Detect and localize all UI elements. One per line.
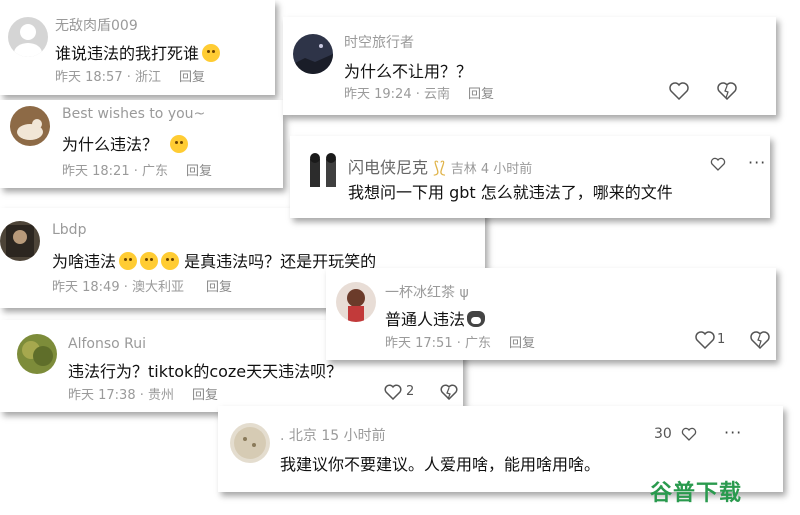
reply-button[interactable]: 回复 [468,87,494,102]
avatar[interactable] [304,151,344,191]
comment-text: 普通人违法 [385,306,486,330]
flushed-emoji-icon [140,252,159,270]
heart-icon[interactable] [384,384,402,400]
heart-icon[interactable] [681,427,697,441]
comment-meta: 昨天 19:24 · 云南 回复 [344,87,495,102]
dislike-heart-icon[interactable] [750,331,770,349]
cat-emoji-icon [467,311,486,327]
heart-icon[interactable] [695,331,715,349]
heart-icon[interactable] [669,82,689,100]
like-count: 30 [654,426,672,442]
comment-text: 我想问一下用 gbt 怎么就违法了，哪来的文件 [348,183,673,202]
comment-card-6: 一杯冰红茶 ψ 普通人违法 昨天 17:51 · 广东 回复 1 [326,268,776,360]
avatar[interactable] [293,34,333,74]
username-location-time[interactable]: . 北京 15 小时前 [280,425,386,445]
avatar[interactable] [17,334,57,374]
comment-meta: 昨天 18:57 · 浙江 回复 [55,70,206,85]
location-time: 吉林 4 小时前 [450,162,533,177]
username[interactable]: Best wishes to you~ [62,106,205,122]
heart-icon[interactable] [710,157,726,171]
reply-button[interactable]: 回复 [206,280,232,295]
badge-icon: ⟆⟅ [433,158,446,177]
flushed-emoji-icon [161,252,180,270]
avatar[interactable] [230,423,270,463]
like-count: 1 [717,332,726,347]
more-icon[interactable]: ··· [724,423,742,442]
watermark-logo: 谷普下载 [649,481,742,506]
avatar[interactable] [8,17,48,57]
thinking-emoji-icon [202,44,221,62]
comment-meta: 昨天 17:38 · 贵州 回复 [68,388,219,403]
comment-card-3: Best wishes to you~ 为什么违法？ 昨天 18:21 · 广东… [0,100,283,188]
reply-button[interactable]: 回复 [509,336,535,351]
badge-icon: ψ [459,285,469,301]
reply-button[interactable]: 回复 [179,70,205,85]
username[interactable]: Lbdp [52,222,86,238]
comment-meta: 昨天 18:49 · 澳大利亚 回复 [52,280,233,295]
comment-card-4: 闪电侠尼克 ⟆⟅ 吉林 4 小时前 我想问一下用 gbt 怎么就违法了，哪来的文… [290,136,770,218]
comment-text: 我建议你不要建议。人爱用啥，能用啥用啥。 [280,455,601,474]
comment-text: 为什么不让用？？ [344,62,473,81]
username[interactable]: 闪电侠尼克 ⟆⟅ 吉林 4 小时前 [348,154,532,178]
reply-button[interactable]: 回复 [192,388,218,403]
comment-meta: 昨天 18:21 · 广东 回复 [62,164,213,179]
dislike-heart-icon[interactable] [717,82,737,100]
flushed-emoji-icon [170,135,189,153]
comment-card-2: 时空旅行者 为什么不让用？？ 昨天 19:24 · 云南 回复 [283,17,776,115]
comment-card-1: 无敌肉盾009 谁说违法的我打死谁 昨天 18:57 · 浙江 回复 [0,0,275,95]
more-icon[interactable]: ··· [748,153,766,172]
username[interactable]: Alfonso Rui [68,336,146,352]
like-count: 2 [406,384,415,399]
comment-meta: 昨天 17:51 · 广东 回复 [385,336,536,351]
comment-text: 违法行为？tiktok的coze天天违法呗？ [68,362,343,381]
laughing-emoji-icon [119,252,138,270]
avatar[interactable] [336,282,376,322]
username[interactable]: 时空旅行者 [344,32,414,52]
comment-text: 为什么违法？ [62,131,189,155]
avatar[interactable] [10,106,50,146]
reply-button[interactable]: 回复 [186,164,212,179]
comment-text: 谁说违法的我打死谁 [55,40,221,64]
avatar[interactable] [0,221,40,261]
dislike-heart-icon[interactable] [440,384,458,400]
username[interactable]: 一杯冰红茶 ψ [385,282,469,302]
username[interactable]: 无敌肉盾009 [55,15,138,35]
